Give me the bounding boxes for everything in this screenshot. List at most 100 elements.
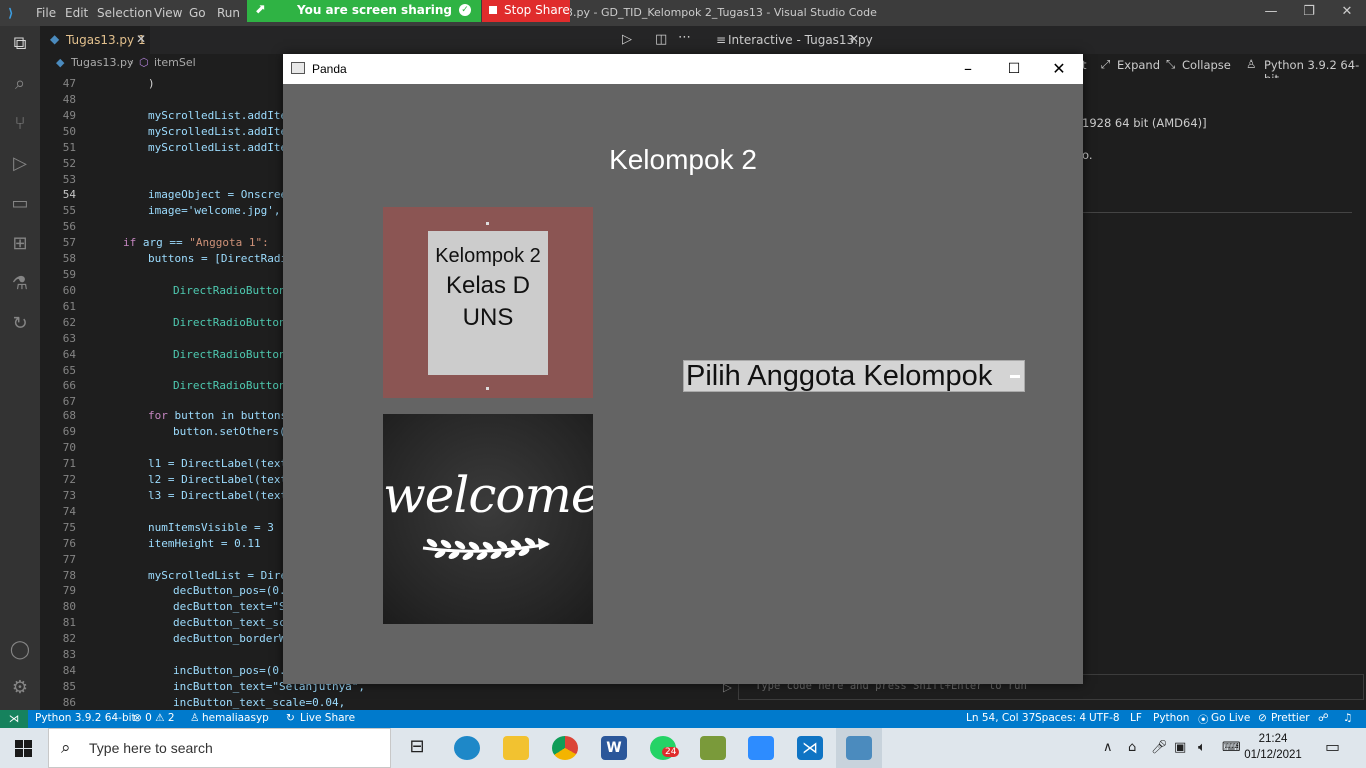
python-taskbar-icon[interactable]	[846, 736, 872, 760]
source-control-icon[interactable]: ⑂	[8, 112, 32, 136]
word-icon[interactable]: W	[601, 736, 627, 760]
menu-edit[interactable]: Edit	[65, 6, 88, 20]
account-icon[interactable]: ◯	[8, 638, 32, 662]
notifications-bell-icon[interactable]: ♫	[1343, 712, 1352, 724]
live-share-status-icon: ↻	[286, 712, 295, 724]
menu-run[interactable]: Run	[217, 6, 240, 20]
minimize-icon[interactable]: —	[1256, 4, 1286, 19]
expand-icon: ⤢	[1101, 57, 1111, 71]
minimize-icon[interactable]: –	[950, 58, 986, 80]
menu-view[interactable]: View	[154, 6, 182, 20]
tab-close-icon[interactable]: ✕	[849, 32, 859, 46]
live-share-user[interactable]: hemaliaasyp	[202, 712, 269, 724]
search-icon[interactable]: ⌕	[8, 72, 32, 96]
activity-bar: ⧉ ⌕ ⑂ ▷ ▭ ⊞ ⚗ ↻ ◯ ⚙	[0, 26, 40, 710]
line-number: 76	[62, 537, 76, 550]
chrome-icon[interactable]	[552, 736, 578, 760]
line-number: 72	[62, 473, 76, 486]
line-number: 83	[62, 648, 76, 661]
go-live-button[interactable]: Go Live	[1211, 712, 1250, 724]
person-icon: ♙	[190, 712, 200, 724]
notification-center-icon[interactable]: ▭	[1325, 737, 1340, 756]
line-number: 50	[62, 125, 76, 138]
code-line: DirectRadioButton	[173, 348, 286, 361]
expand-button[interactable]: Expand	[1117, 58, 1160, 72]
tab-close-icon[interactable]: ✕	[136, 32, 146, 46]
line-number: 71	[62, 457, 76, 470]
taskbar-clock[interactable]: 21:24 01/12/2021	[1243, 731, 1303, 763]
run-debug-icon[interactable]: ▷	[8, 152, 32, 176]
screen-sharing-banner: ⬈ You are screen sharing ✓	[247, 0, 481, 22]
archive-app-icon[interactable]	[700, 736, 726, 760]
file-explorer-icon[interactable]	[503, 736, 529, 760]
notification-badge: 24	[662, 747, 680, 757]
line-number: 56	[62, 220, 76, 233]
device-icon[interactable]: ⌂	[1128, 740, 1136, 755]
breadcrumb-symbol[interactable]: itemSel	[154, 56, 196, 69]
code-line: myScrolledList = Dire	[148, 569, 288, 582]
more-actions-icon[interactable]: ⋯	[678, 30, 691, 45]
vscode-taskbar-icon[interactable]: ⋊	[797, 736, 823, 760]
live-share-icon[interactable]: ↻	[8, 312, 32, 336]
whatsapp-icon[interactable]: 24	[650, 736, 680, 760]
split-editor-icon[interactable]: ◫	[655, 32, 667, 47]
maximize-icon[interactable]: ☐	[996, 58, 1032, 80]
extensions-icon[interactable]: ⊞	[8, 232, 32, 256]
restore-icon[interactable]: ❐	[1294, 4, 1324, 19]
taskbar-search[interactable]: ⌕ Type here to search	[48, 728, 391, 768]
edge-browser-icon[interactable]	[454, 736, 480, 760]
settings-gear-icon[interactable]: ⚙	[8, 676, 32, 700]
task-view-icon[interactable]: ⊟	[404, 736, 430, 760]
show-hidden-icons-icon[interactable]: ∧	[1103, 740, 1113, 755]
line-number: 49	[62, 109, 76, 122]
code-line: decButton_text_sc	[173, 616, 286, 629]
interactive-tabs: ≡ Interactive - Tugas13.py ✕	[702, 26, 1366, 54]
line-number: 65	[62, 364, 76, 377]
collapse-button[interactable]: Collapse	[1182, 58, 1231, 72]
microphone-icon[interactable]: 🎤︎	[1151, 740, 1168, 755]
line-number: 81	[62, 616, 76, 629]
language-mode[interactable]: Python	[1153, 712, 1189, 724]
breadcrumb-file[interactable]: Tugas13.py	[71, 56, 133, 69]
display-icon[interactable]: ▣	[1174, 740, 1186, 755]
remote-explorer-icon[interactable]: ▭	[8, 192, 32, 216]
stop-share-button[interactable]: Stop Share	[482, 0, 570, 22]
live-share-button[interactable]: Live Share	[300, 712, 355, 724]
volume-icon[interactable]: 🔈︎	[1198, 740, 1206, 755]
explorer-icon[interactable]: ⧉	[8, 32, 32, 56]
line-number: 60	[62, 284, 76, 297]
windows-taskbar: ⌕ Type here to search ⊟ W 24 ⋊ ∧ ⌂ 🎤︎ ▣ …	[0, 728, 1366, 768]
menu-go[interactable]: Go	[189, 6, 206, 20]
code-line: l3 = DirectLabel(text	[148, 489, 288, 502]
broadcast-icon: ⦿	[1198, 714, 1209, 726]
welcome-image: welcome	[383, 414, 593, 624]
chevron-right-icon: ›	[129, 56, 134, 69]
active-task-highlight	[836, 728, 882, 768]
close-icon[interactable]: ✕	[1041, 58, 1077, 80]
member-dropdown[interactable]: Pilih Anggota Kelompok	[683, 360, 1025, 392]
laurel-branch-icon	[422, 537, 550, 560]
menu-file[interactable]: File	[36, 6, 56, 20]
feedback-icon[interactable]: ☍	[1318, 712, 1329, 724]
problems-count[interactable]: ⊗ 0 ⚠ 2	[133, 712, 175, 724]
windows-start-icon[interactable]	[15, 740, 32, 757]
zoom-icon[interactable]	[748, 736, 774, 760]
code-line: if arg == "Anggota 1":	[123, 236, 269, 249]
encoding[interactable]: UTF-8	[1089, 712, 1120, 724]
cursor-position[interactable]: Ln 54, Col 37	[966, 712, 1035, 724]
tab-tugas13[interactable]: ◆ Tugas13.py 1 ✕	[40, 26, 150, 54]
line-number: 47	[62, 77, 76, 90]
close-icon[interactable]: ✕	[1332, 4, 1362, 19]
line-number: 67	[62, 395, 76, 408]
indentation[interactable]: Spaces: 4	[1035, 712, 1086, 724]
network-icon[interactable]: ⌨	[1222, 740, 1241, 755]
menu-selection[interactable]: Selection	[97, 6, 152, 20]
remote-indicator-icon[interactable]: ⋊	[0, 710, 28, 728]
prettier-button[interactable]: Prettier	[1271, 712, 1310, 724]
python-interpreter[interactable]: Python 3.9.2 64-bit	[35, 712, 136, 724]
line-number: 74	[62, 505, 76, 518]
run-file-icon[interactable]: ▷	[622, 32, 632, 47]
end-of-line[interactable]: LF	[1130, 712, 1142, 724]
code-line: for button in buttons	[148, 409, 288, 422]
testing-icon[interactable]: ⚗	[8, 272, 32, 296]
